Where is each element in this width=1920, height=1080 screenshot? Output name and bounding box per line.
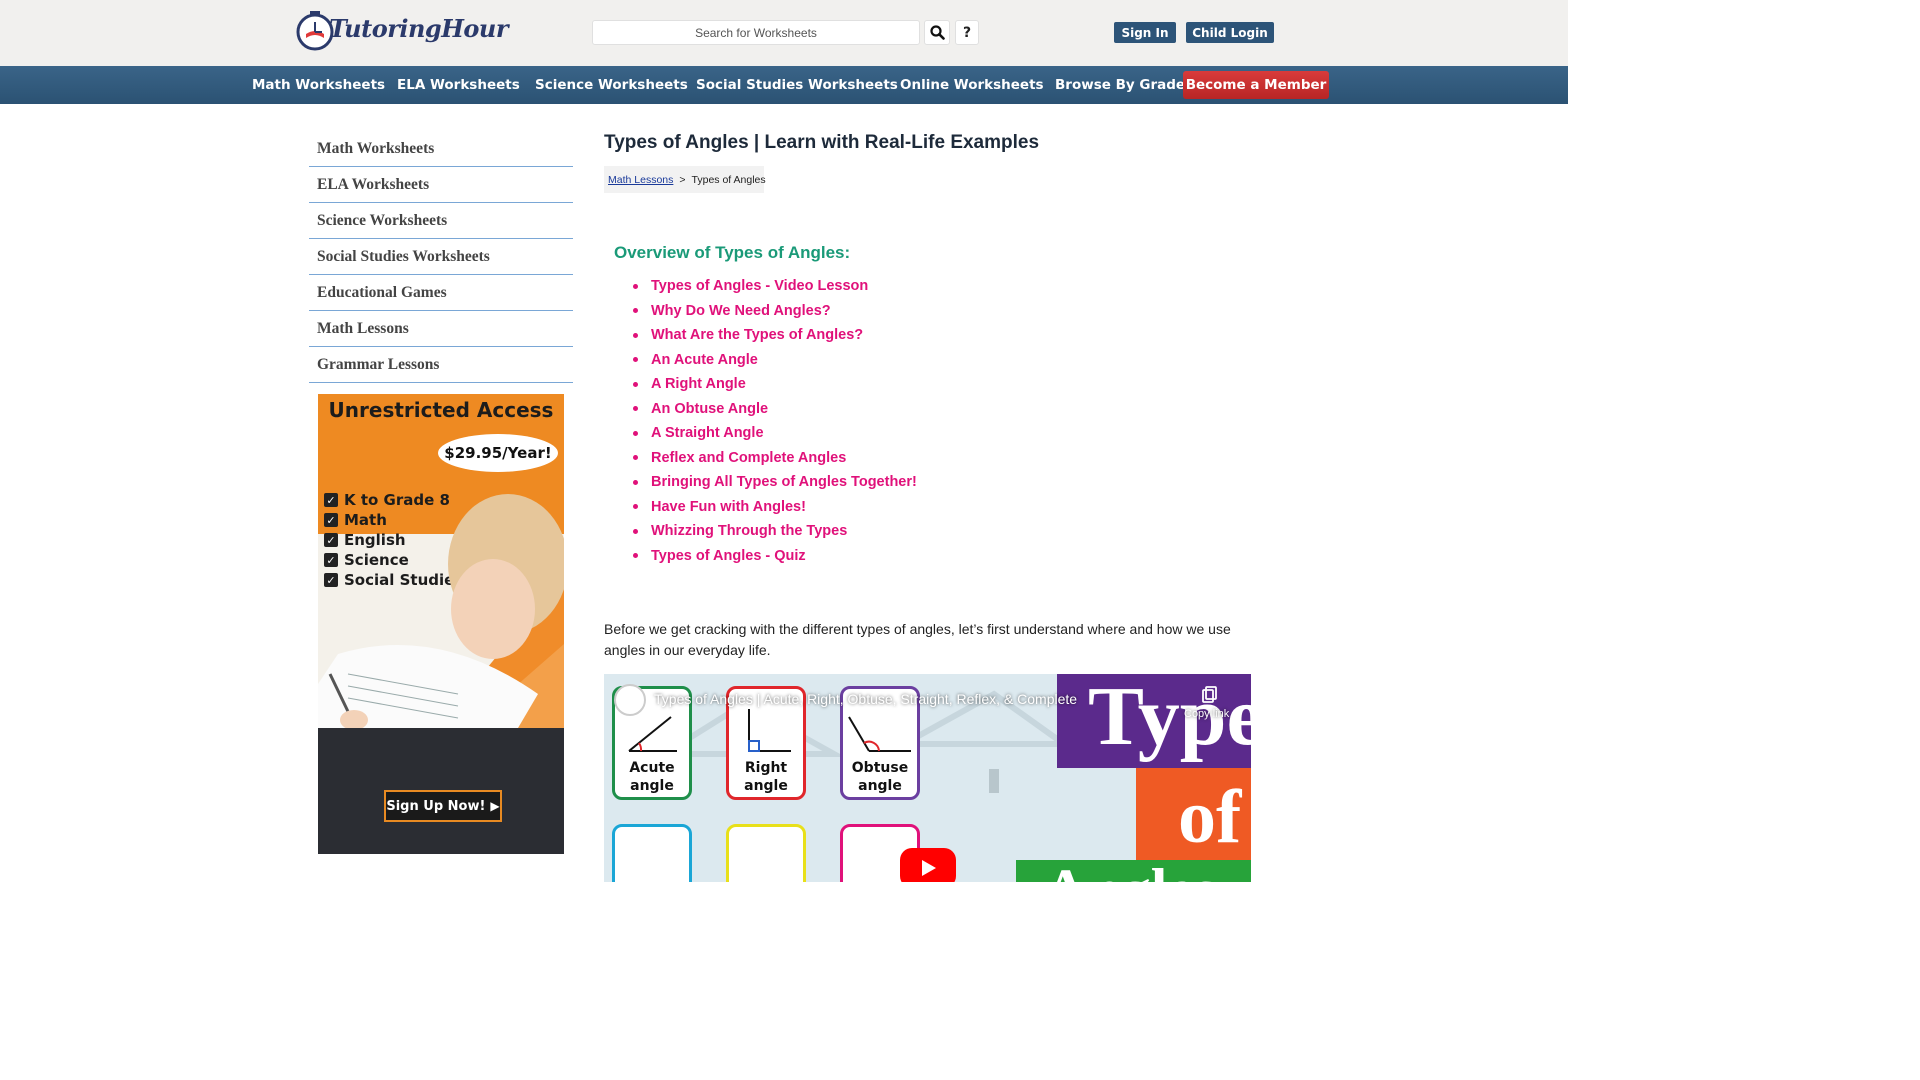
nav-science-worksheets[interactable]: Science Worksheets xyxy=(535,66,688,104)
become-member-button[interactable]: Become a Member xyxy=(1183,71,1329,99)
sidebar-item-grammar-lessons[interactable]: Grammar Lessons xyxy=(309,347,573,383)
toc-link[interactable]: A Straight Angle xyxy=(651,425,764,441)
toc-item[interactable]: Why Do We Need Angles? xyxy=(633,299,917,324)
nav-math-worksheets[interactable]: Math Worksheets xyxy=(252,66,385,104)
intro-paragraph: Before we get cracking with the differen… xyxy=(604,621,1231,658)
bullet-icon xyxy=(633,479,638,485)
search-input[interactable] xyxy=(592,20,920,45)
logo-text: TutoringHour xyxy=(329,14,508,43)
toc-item[interactable]: Have Fun with Angles! xyxy=(633,495,917,520)
toc-link[interactable]: Types of Angles - Video Lesson xyxy=(651,278,868,294)
toc-link[interactable]: What Are the Types of Angles? xyxy=(651,327,863,343)
sidebar-menu: Math Worksheets ELA Worksheets Science W… xyxy=(309,131,573,383)
site-logo[interactable]: TutoringHour xyxy=(295,10,508,54)
toc-link[interactable]: Why Do We Need Angles? xyxy=(651,303,831,319)
video-card-label-line1: Obtuse xyxy=(851,760,909,776)
toc-item[interactable]: A Straight Angle xyxy=(633,421,917,446)
ad-signup-label: Sign Up Now! xyxy=(386,798,486,814)
video-card-label-line2: angle xyxy=(744,778,788,794)
sidebar-item-math-worksheets[interactable]: Math Worksheets xyxy=(309,131,573,167)
play-icon xyxy=(922,860,936,876)
bullet-icon xyxy=(633,553,638,559)
bullet-icon xyxy=(633,283,638,289)
breadcrumb: Math Lessons > Types of Angles xyxy=(604,166,766,193)
top-header: TutoringHour ? Sign In Child Login xyxy=(0,0,1568,66)
toc-item[interactable]: An Acute Angle xyxy=(633,348,917,373)
breadcrumb-link-math-lessons[interactable]: Math Lessons xyxy=(608,174,673,186)
toc-item[interactable]: Reflex and Complete Angles xyxy=(633,446,917,471)
nav-ela-worksheets[interactable]: ELA Worksheets xyxy=(397,66,520,104)
nav-online-worksheets[interactable]: Online Worksheets xyxy=(900,66,1044,104)
logo-text-tutoring: Tutoring xyxy=(329,14,442,43)
bullet-icon xyxy=(633,528,638,534)
bullet-icon xyxy=(633,455,638,461)
copy-icon[interactable] xyxy=(1202,686,1218,704)
bullet-icon xyxy=(633,308,638,314)
breadcrumb-separator: > xyxy=(679,173,686,186)
toc-link[interactable]: An Acute Angle xyxy=(651,352,758,368)
bullet-icon xyxy=(633,381,638,387)
video-embed[interactable]: Types of Angles Acute angle Right angle … xyxy=(604,674,1251,882)
main-nav: Math Worksheets ELA Worksheets Science W… xyxy=(0,66,1568,104)
toc-link[interactable]: A Right Angle xyxy=(651,376,746,392)
video-card-label-line1: Right xyxy=(744,760,788,776)
toc-item[interactable]: An Obtuse Angle xyxy=(633,397,917,422)
play-arrow-icon: ▶ xyxy=(490,799,500,813)
toc-item[interactable]: Whizzing Through the Types xyxy=(633,519,917,544)
nav-social-studies-worksheets[interactable]: Social Studies Worksheets xyxy=(696,66,898,104)
sidebar-item-educational-games[interactable]: Educational Games xyxy=(309,275,573,311)
bullet-icon xyxy=(633,430,638,436)
video-card-label-line2: angle xyxy=(858,778,902,794)
breadcrumb-current: Types of Angles xyxy=(691,173,766,186)
video-play-button[interactable] xyxy=(900,848,956,882)
membership-ad-banner[interactable]: Unrestricted Access $29.95/Year! ✓ K to G… xyxy=(318,394,564,854)
toc-link[interactable]: Reflex and Complete Angles xyxy=(651,450,846,466)
toc-link[interactable]: An Obtuse Angle xyxy=(651,401,768,417)
sidebar-item-science-worksheets[interactable]: Science Worksheets xyxy=(309,203,573,239)
toc-link[interactable]: Have Fun with Angles! xyxy=(651,499,806,515)
video-title[interactable]: Types of Angles | Acute, Right, Obtuse, … xyxy=(654,691,1077,707)
channel-avatar[interactable] xyxy=(614,684,646,716)
sidebar-item-math-lessons[interactable]: Math Lessons xyxy=(309,311,573,347)
toc-link[interactable]: Types of Angles - Quiz xyxy=(651,548,806,564)
toc-item[interactable]: Types of Angles - Video Lesson xyxy=(633,274,917,299)
bullet-icon xyxy=(633,357,638,363)
obtuse-angle-icon xyxy=(848,716,911,752)
video-card-straight xyxy=(612,824,692,882)
child-login-button[interactable]: Child Login xyxy=(1186,22,1274,43)
toc-link[interactable]: Whizzing Through the Types xyxy=(651,523,847,539)
sidebar-item-ela-worksheets[interactable]: ELA Worksheets xyxy=(309,167,573,203)
sidebar-item-social-studies-worksheets[interactable]: Social Studies Worksheets xyxy=(309,239,573,275)
overview-heading: Overview of Types of Angles: xyxy=(614,243,851,262)
toc-link[interactable]: Bringing All Types of Angles Together! xyxy=(651,474,917,490)
toc-item[interactable]: What Are the Types of Angles? xyxy=(633,323,917,348)
sign-in-button[interactable]: Sign In xyxy=(1114,22,1176,43)
nav-browse-by-grade[interactable]: Browse By Grade xyxy=(1055,66,1185,104)
bullet-icon xyxy=(633,406,638,412)
toc-item[interactable]: A Right Angle xyxy=(633,372,917,397)
bullet-icon xyxy=(633,332,638,338)
video-card-label-line1: Acute xyxy=(629,760,675,776)
toc-item[interactable]: Bringing All Types of Angles Together! xyxy=(633,470,917,495)
video-big-word-of: of xyxy=(1178,775,1242,859)
video-big-word-angles: Angles xyxy=(1044,856,1217,882)
video-card-reflex xyxy=(726,824,806,882)
table-of-contents: Types of Angles - Video Lesson Why Do We… xyxy=(633,274,917,568)
right-angle-icon xyxy=(748,709,791,752)
toc-item[interactable]: Types of Angles - Quiz xyxy=(633,544,917,569)
ad-signup-button[interactable]: Sign Up Now! ▶ xyxy=(384,790,502,822)
video-card-label-line2: angle xyxy=(630,778,674,794)
bullet-icon xyxy=(633,504,638,510)
page-title: Types of Angles | Learn with Real-Life E… xyxy=(604,132,1040,153)
search-icon xyxy=(929,25,945,40)
copy-link-label[interactable]: Copy link xyxy=(1184,708,1229,720)
help-button[interactable]: ? xyxy=(955,20,979,45)
logo-text-hour: Hour xyxy=(441,14,508,43)
search-button[interactable] xyxy=(924,20,950,45)
